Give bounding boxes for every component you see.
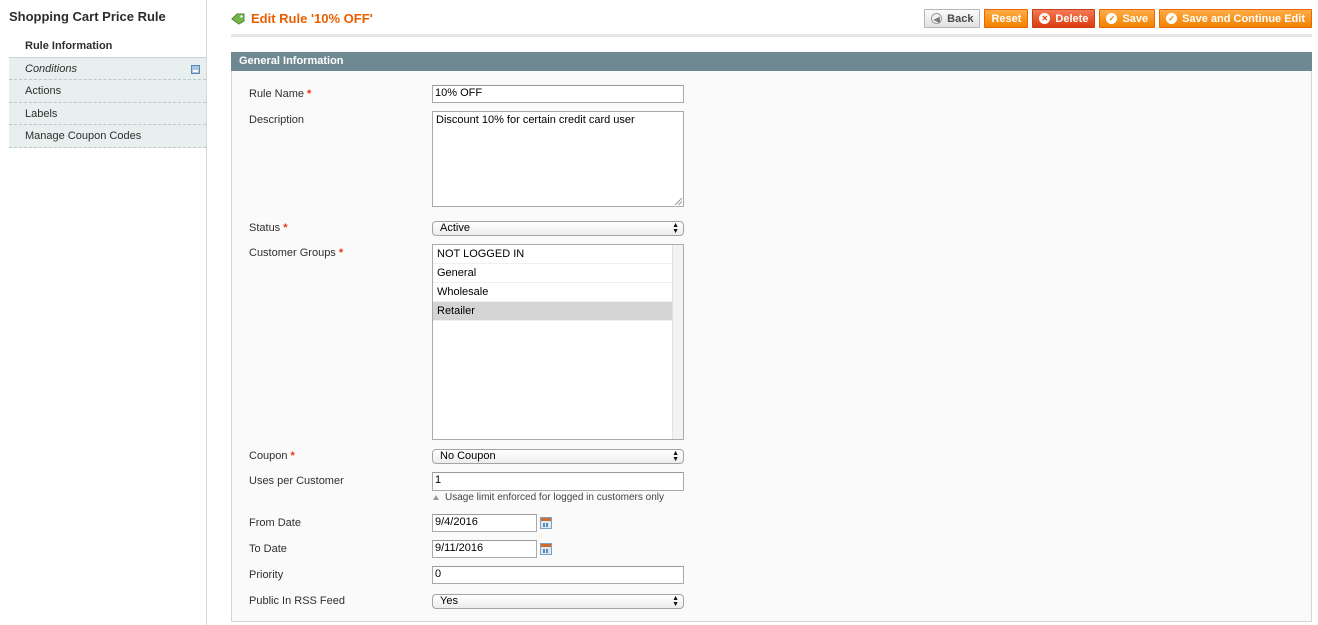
tab-manage-coupon-codes[interactable]: Manage Coupon Codes bbox=[9, 125, 206, 148]
save-button[interactable]: ✓ Save bbox=[1099, 9, 1156, 28]
tab-label: Labels bbox=[25, 107, 58, 120]
delete-button[interactable]: ✕ Delete bbox=[1032, 9, 1096, 28]
coupon-label-text: Coupon bbox=[249, 450, 288, 462]
back-arrow-icon: ◀ bbox=[931, 13, 943, 24]
sidebar: Shopping Cart Price Rule Rule Informatio… bbox=[0, 0, 207, 625]
section-header: General Information bbox=[231, 52, 1312, 71]
save-continue-check-icon: ✓ bbox=[1166, 13, 1178, 24]
uses-per-customer-label: Uses per Customer bbox=[249, 475, 344, 487]
tab-actions[interactable]: Actions bbox=[9, 80, 206, 103]
delete-x-icon: ✕ bbox=[1039, 13, 1051, 24]
save-and-continue-button[interactable]: ✓ Save and Continue Edit bbox=[1159, 9, 1312, 28]
tab-label: Rule Information bbox=[25, 40, 113, 52]
page-title: Edit Rule '10% OFF' bbox=[231, 11, 373, 26]
priority-input[interactable]: 0 bbox=[432, 566, 684, 584]
changed-flag-icon bbox=[191, 64, 200, 74]
required-star: * bbox=[338, 247, 344, 259]
reset-button-label: Reset bbox=[991, 12, 1022, 25]
select-arrows-icon: ▲ ▼ bbox=[672, 595, 679, 608]
customer-groups-label-text: Customer Groups bbox=[249, 247, 336, 259]
to-date-input[interactable]: 9/11/2016 bbox=[432, 540, 537, 558]
status-select-value: Active bbox=[440, 222, 470, 234]
select-arrows-icon: ▲ ▼ bbox=[672, 450, 679, 463]
description-text: Discount 10% for certain credit card use… bbox=[436, 114, 635, 126]
from-date-input[interactable]: 9/4/2016 bbox=[432, 514, 537, 532]
multiselect-scrollbar[interactable] bbox=[672, 245, 683, 439]
note-triangle-icon bbox=[433, 495, 439, 500]
uses-per-customer-note: Usage limit enforced for logged in custo… bbox=[433, 492, 664, 503]
select-arrows-icon: ▲ ▼ bbox=[672, 222, 679, 235]
customer-group-option[interactable]: NOT LOGGED IN bbox=[433, 245, 673, 264]
page-title-text: Edit Rule '10% OFF' bbox=[251, 11, 373, 26]
customer-group-option[interactable]: Wholesale bbox=[433, 283, 673, 302]
from-date-label: From Date bbox=[249, 517, 301, 529]
required-star: * bbox=[290, 450, 295, 462]
description-textarea[interactable]: Discount 10% for certain credit card use… bbox=[432, 111, 684, 207]
description-label: Description bbox=[249, 114, 305, 126]
resize-grip-icon[interactable] bbox=[675, 198, 682, 205]
status-label: Status * bbox=[249, 222, 287, 234]
sidebar-title: Shopping Cart Price Rule bbox=[9, 9, 166, 24]
rule-name-label-text: Rule Name bbox=[249, 88, 305, 100]
customer-groups-multiselect[interactable]: NOT LOGGED IN General Wholesale Retailer bbox=[432, 244, 684, 440]
tab-conditions[interactable]: Conditions bbox=[9, 57, 206, 80]
sidebar-tabs: Rule Information Conditions Actions Labe… bbox=[9, 35, 206, 148]
tab-label: Manage Coupon Codes bbox=[25, 130, 142, 142]
status-select[interactable]: Active ▲ ▼ bbox=[432, 221, 684, 236]
save-check-icon: ✓ bbox=[1106, 13, 1118, 24]
priority-label: Priority bbox=[249, 569, 284, 581]
to-date-label: To Date bbox=[249, 543, 287, 555]
calendar-icon[interactable] bbox=[540, 517, 552, 529]
customer-group-option-selected[interactable]: Retailer bbox=[433, 302, 673, 321]
tab-rule-information[interactable]: Rule Information bbox=[9, 35, 206, 58]
tab-label: Conditions bbox=[25, 62, 77, 75]
tab-label: Actions bbox=[25, 85, 62, 97]
required-star: * bbox=[283, 222, 288, 234]
delete-button-label: Delete bbox=[1055, 12, 1089, 25]
public-rss-select[interactable]: Yes ▲ ▼ bbox=[432, 594, 684, 609]
coupon-select[interactable]: No Coupon ▲ ▼ bbox=[432, 449, 684, 464]
promo-tag-icon bbox=[231, 13, 245, 25]
rule-name-label: Rule Name * bbox=[249, 88, 311, 100]
tab-labels[interactable]: Labels bbox=[9, 102, 206, 125]
general-information-fieldset bbox=[231, 71, 1312, 622]
customer-groups-label: Customer Groups * bbox=[249, 247, 343, 259]
note-text: Usage limit enforced for logged in custo… bbox=[445, 492, 664, 503]
back-button-label: Back bbox=[947, 12, 974, 25]
coupon-label: Coupon * bbox=[249, 450, 295, 462]
toolbar: ◀ Back Reset ✕ Delete ✓ Save ✓ Save and … bbox=[924, 9, 1312, 28]
save-button-label: Save bbox=[1122, 12, 1149, 25]
public-rss-select-value: Yes bbox=[440, 595, 458, 607]
save-continue-button-label: Save and Continue Edit bbox=[1182, 12, 1305, 25]
header-divider bbox=[231, 34, 1312, 37]
reset-button[interactable]: Reset bbox=[984, 9, 1029, 28]
rule-name-input[interactable]: 10% OFF bbox=[432, 85, 684, 103]
uses-per-customer-input[interactable]: 1 bbox=[432, 472, 684, 491]
back-button[interactable]: ◀ Back bbox=[924, 9, 981, 28]
required-star: * bbox=[307, 88, 312, 100]
status-label-text: Status bbox=[249, 222, 281, 234]
coupon-select-value: No Coupon bbox=[440, 450, 496, 462]
calendar-icon[interactable] bbox=[540, 543, 552, 555]
public-rss-label: Public In RSS Feed bbox=[249, 595, 345, 607]
customer-group-option[interactable]: General bbox=[433, 264, 673, 283]
